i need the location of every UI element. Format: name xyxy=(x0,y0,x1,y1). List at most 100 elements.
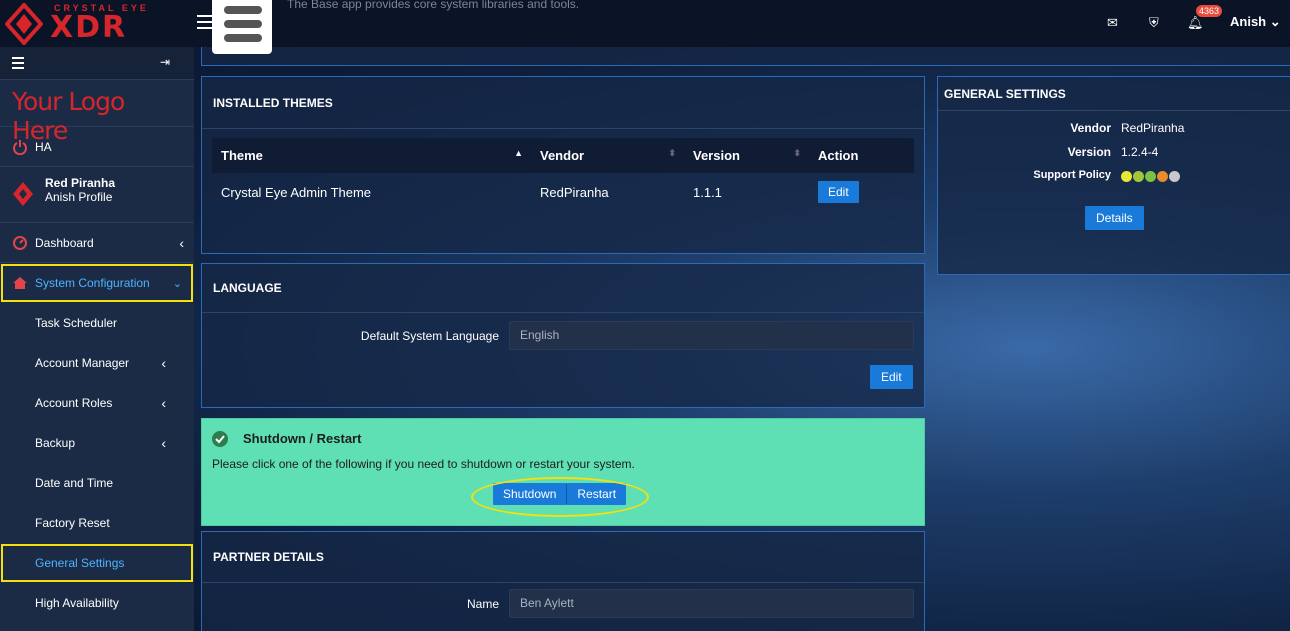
table-header-row: Theme ▲ Vendor ⬍ Version ⬍ Action xyxy=(212,138,914,173)
cell-version: 1.1.1 xyxy=(693,184,722,200)
mail-icon[interactable]: ✉ xyxy=(1107,15,1118,31)
sidebar-menu-icon[interactable] xyxy=(12,57,24,72)
chevron-left-icon: ‹ xyxy=(161,395,166,411)
edit-language-button[interactable]: Edit xyxy=(870,365,913,389)
sign-out-icon[interactable]: ⇥ xyxy=(160,55,170,69)
sidebar-subitem-label: Account Manager xyxy=(35,356,130,370)
notification-badge: 4363 xyxy=(1196,5,1223,17)
panel-title: PARTNER DETAILS xyxy=(202,532,924,583)
sidebar-subitem-account-manager[interactable]: Account Manager ‹ xyxy=(0,343,194,383)
sidebar-toolbar: ⇥ xyxy=(0,47,194,80)
support-policy-dot xyxy=(1121,171,1132,182)
logo-big-text: XDR xyxy=(50,10,128,45)
highlight-ring xyxy=(471,477,649,517)
top-bar: CRYSTAL EYE XDR The Base app provides co… xyxy=(0,0,1290,47)
chevron-left-icon: ‹ xyxy=(161,355,166,371)
red-piranha-icon xyxy=(13,182,33,206)
sidebar-subitem-label: Backup xyxy=(35,436,76,450)
support-policy-dot xyxy=(1157,171,1168,182)
panel-title: LANGUAGE xyxy=(202,264,924,313)
column-header-vendor[interactable]: Vendor ⬍ xyxy=(531,138,684,173)
language-panel: LANGUAGE Default System Language English… xyxy=(201,263,925,408)
panel-title: GENERAL SETTINGS xyxy=(938,77,1290,111)
check-circle-icon xyxy=(212,431,228,447)
partner-details-panel: PARTNER DETAILS Name Ben Aylett xyxy=(201,531,925,631)
version-value: 1.2.4-4 xyxy=(1121,145,1159,159)
themes-table: Theme ▲ Vendor ⬍ Version ⬍ Action Crystal E… xyxy=(212,138,914,211)
home-icon xyxy=(13,277,27,289)
installed-themes-panel: INSTALLED THEMES Theme ▲ Vendor ⬍ Version ⬍… xyxy=(201,76,925,254)
sidebar-subitem-label: Task Scheduler xyxy=(35,316,118,330)
sidebar-subitem-account-roles[interactable]: Account Roles ‹ xyxy=(0,383,194,423)
power-icon xyxy=(13,140,27,155)
column-header-theme[interactable]: Theme ▲ xyxy=(212,138,531,173)
red-piranha-logo-icon xyxy=(5,3,43,45)
sort-icon: ⬍ xyxy=(668,148,676,158)
column-header-action: Action xyxy=(809,138,914,173)
user-name: Anish xyxy=(1230,14,1267,29)
table-row: Crystal Eye Admin Theme RedPiranha 1.1.1… xyxy=(212,173,914,211)
sidebar-subitem-factory-reset[interactable]: Factory Reset xyxy=(0,503,194,543)
sidebar-subitem-label: Factory Reset xyxy=(35,516,110,530)
general-settings-panel: GENERAL SETTINGS Vendor RedPiranha Versi… xyxy=(937,76,1290,275)
app-description: The Base app provides core system librar… xyxy=(287,0,580,11)
edit-theme-button[interactable]: Edit xyxy=(818,181,859,203)
support-policy-dot xyxy=(1145,171,1156,182)
sidebar-item-ha[interactable]: HA xyxy=(0,127,194,167)
sort-asc-icon: ▲ xyxy=(514,148,523,158)
language-select[interactable]: English xyxy=(509,321,914,350)
sidebar-subitem-label: Date and Time xyxy=(35,476,114,490)
sidebar-subitem-label: High Availability xyxy=(35,596,119,610)
column-header-version[interactable]: Version ⬍ xyxy=(684,138,809,173)
sidebar-subitem-label: General Settings xyxy=(35,556,125,570)
support-policy-dot xyxy=(1169,171,1180,182)
version-label: Version xyxy=(1067,145,1111,159)
cell-action: Edit xyxy=(809,173,914,211)
sidebar-subitem-backup[interactable]: Backup ‹ xyxy=(0,423,194,463)
chevron-left-icon: ‹ xyxy=(179,234,184,251)
details-button[interactable]: Details xyxy=(1085,206,1144,230)
sidebar-item-label: System Configuration xyxy=(35,276,150,290)
sidebar-item-system-configuration[interactable]: System Configuration ⌄ xyxy=(0,263,194,303)
cell-theme: Crystal Eye Admin Theme xyxy=(221,184,372,200)
sidebar-item-dashboard[interactable]: Dashboard ‹ xyxy=(0,223,194,263)
sidebar-item-label: HA xyxy=(35,139,52,154)
chevron-down-icon: ⌄ xyxy=(172,277,182,290)
column-header-label: Theme xyxy=(221,148,263,163)
sidebar-profile[interactable]: Red Piranha Anish Profile xyxy=(0,167,194,223)
vendor-value: RedPiranha xyxy=(1121,121,1185,135)
support-policy-indicator xyxy=(1121,171,1180,182)
shield-icon[interactable]: ⛨ xyxy=(1149,15,1159,31)
language-label: Default System Language xyxy=(360,329,499,343)
column-header-label: Action xyxy=(818,148,859,163)
column-header-label: Vendor xyxy=(540,148,585,163)
base-app-icon xyxy=(212,0,272,54)
chevron-left-icon: ‹ xyxy=(161,435,166,451)
brand-logo-text: Your Logo Here xyxy=(0,80,194,145)
partner-name-label: Name xyxy=(466,597,499,611)
sidebar: ⇥ Your Logo Here HA Red Piranha Anish Pr… xyxy=(0,47,194,631)
profile-subtitle: Anish Profile xyxy=(45,190,113,204)
sidebar-subitem-high-availability[interactable]: High Availability xyxy=(0,583,194,623)
column-header-label: Version xyxy=(693,148,740,163)
vendor-label: Vendor xyxy=(1070,121,1111,135)
dashboard-icon xyxy=(13,236,27,250)
user-menu[interactable]: Anish ⌄ xyxy=(1230,14,1281,30)
sidebar-subitem-task-scheduler[interactable]: Task Scheduler xyxy=(0,303,194,343)
crystal-eye-logo[interactable]: CRYSTAL EYE XDR xyxy=(0,0,194,47)
sort-icon: ⬍ xyxy=(793,148,801,158)
support-policy-dot xyxy=(1133,171,1144,182)
alert-message: Please click one of the following if you… xyxy=(212,457,635,471)
sidebar-subitem-general-settings[interactable]: General Settings xyxy=(0,543,194,583)
bell-icon[interactable]: 🔔︎ xyxy=(1187,15,1204,31)
profile-name: Red Piranha xyxy=(45,176,116,190)
cell-vendor: RedPiranha xyxy=(540,184,609,200)
sidebar-subitem-label: Account Roles xyxy=(35,396,113,410)
support-policy-label: Support Policy xyxy=(1033,169,1111,181)
partner-name-field[interactable]: Ben Aylett xyxy=(509,589,914,618)
panel-title: INSTALLED THEMES xyxy=(202,77,924,129)
alert-title: Shutdown / Restart xyxy=(243,431,362,446)
sidebar-subitem-date-and-time[interactable]: Date and Time xyxy=(0,463,194,503)
sidebar-item-label: Dashboard xyxy=(35,235,94,250)
chevron-down-icon: ⌄ xyxy=(1269,14,1281,29)
